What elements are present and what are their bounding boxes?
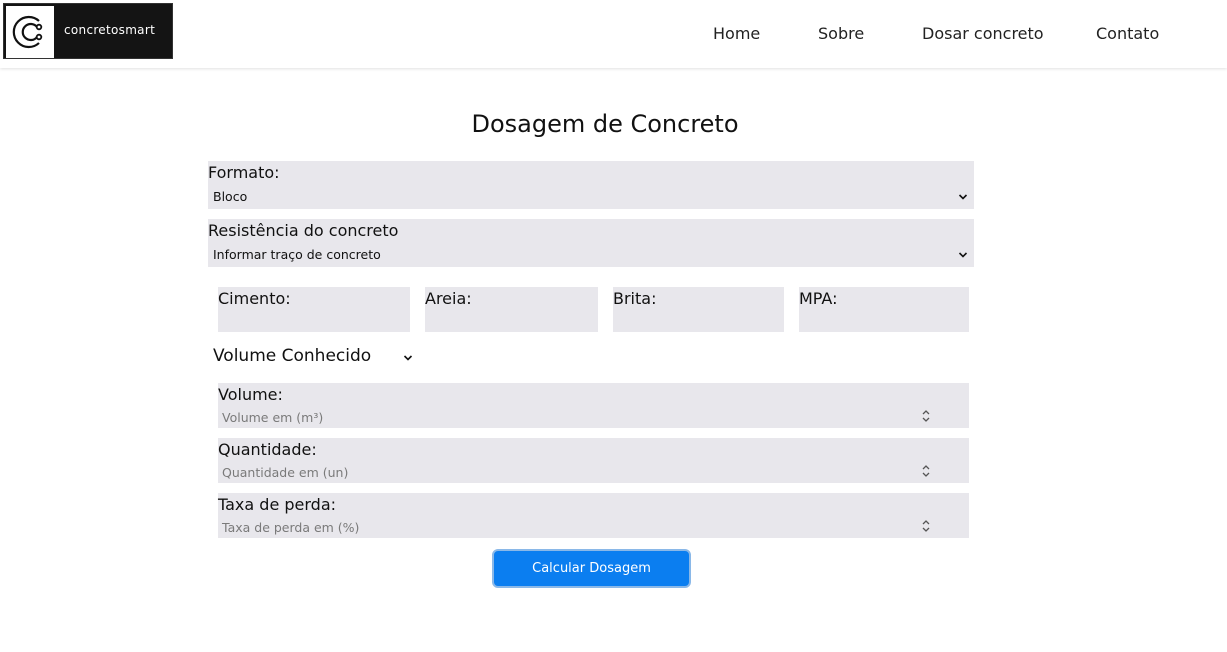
- calculation-mode-select[interactable]: Volume Conhecido: [213, 346, 418, 370]
- taxa-perda-placeholder: Taxa de perda em (%): [222, 520, 360, 535]
- nav-contato[interactable]: Contato: [1096, 24, 1159, 43]
- calculation-mode-value: Volume Conhecido: [213, 346, 372, 366]
- logo-c-icon: [6, 6, 54, 58]
- brand-logo[interactable]: concretosmart: [3, 3, 173, 59]
- number-spinner-icon[interactable]: [921, 463, 931, 479]
- nav-sobre[interactable]: Sobre: [818, 24, 864, 43]
- taxa-perda-label: Taxa de perda:: [218, 495, 337, 514]
- number-spinner-icon[interactable]: [921, 518, 931, 534]
- chevron-down-icon: [958, 252, 968, 258]
- chevron-down-icon: [403, 355, 413, 361]
- chevron-down-icon: [958, 194, 968, 200]
- taxa-perda-input[interactable]: Taxa de perda: Taxa de perda em (%): [218, 493, 969, 538]
- brand-name: concretosmart: [64, 23, 156, 37]
- page-title: Dosagem de Concreto: [471, 110, 739, 138]
- resistencia-select[interactable]: Resistência do concreto Informar traço d…: [208, 219, 974, 267]
- brita-input[interactable]: Brita:: [613, 287, 784, 332]
- formato-value: Bloco: [213, 189, 248, 204]
- volume-placeholder: Volume em (m³): [222, 410, 324, 425]
- volume-input[interactable]: Volume: Volume em (m³): [218, 383, 969, 428]
- site-header: concretosmart Home Sobre Dosar concreto …: [0, 0, 1227, 68]
- mpa-input[interactable]: MPA:: [799, 287, 969, 332]
- number-spinner-icon[interactable]: [921, 408, 931, 424]
- quantidade-label: Quantidade:: [218, 440, 317, 459]
- mpa-label: MPA:: [799, 289, 838, 308]
- cimento-label: Cimento:: [218, 289, 291, 308]
- quantidade-placeholder: Quantidade em (un): [222, 465, 349, 480]
- resistencia-value: Informar traço de concreto: [213, 247, 381, 262]
- calcular-dosagem-button[interactable]: Calcular Dosagem: [492, 549, 691, 588]
- volume-label: Volume:: [218, 385, 283, 404]
- cimento-input[interactable]: Cimento:: [218, 287, 410, 332]
- brita-label: Brita:: [613, 289, 657, 308]
- areia-input[interactable]: Areia:: [425, 287, 598, 332]
- formato-select[interactable]: Formato: Bloco: [208, 161, 974, 209]
- formato-label: Formato:: [208, 163, 280, 182]
- resistencia-label: Resistência do concreto: [208, 221, 399, 240]
- nav-dosar-concreto[interactable]: Dosar concreto: [922, 24, 1044, 43]
- nav-home[interactable]: Home: [713, 24, 760, 43]
- quantidade-input[interactable]: Quantidade: Quantidade em (un): [218, 438, 969, 483]
- areia-label: Areia:: [425, 289, 472, 308]
